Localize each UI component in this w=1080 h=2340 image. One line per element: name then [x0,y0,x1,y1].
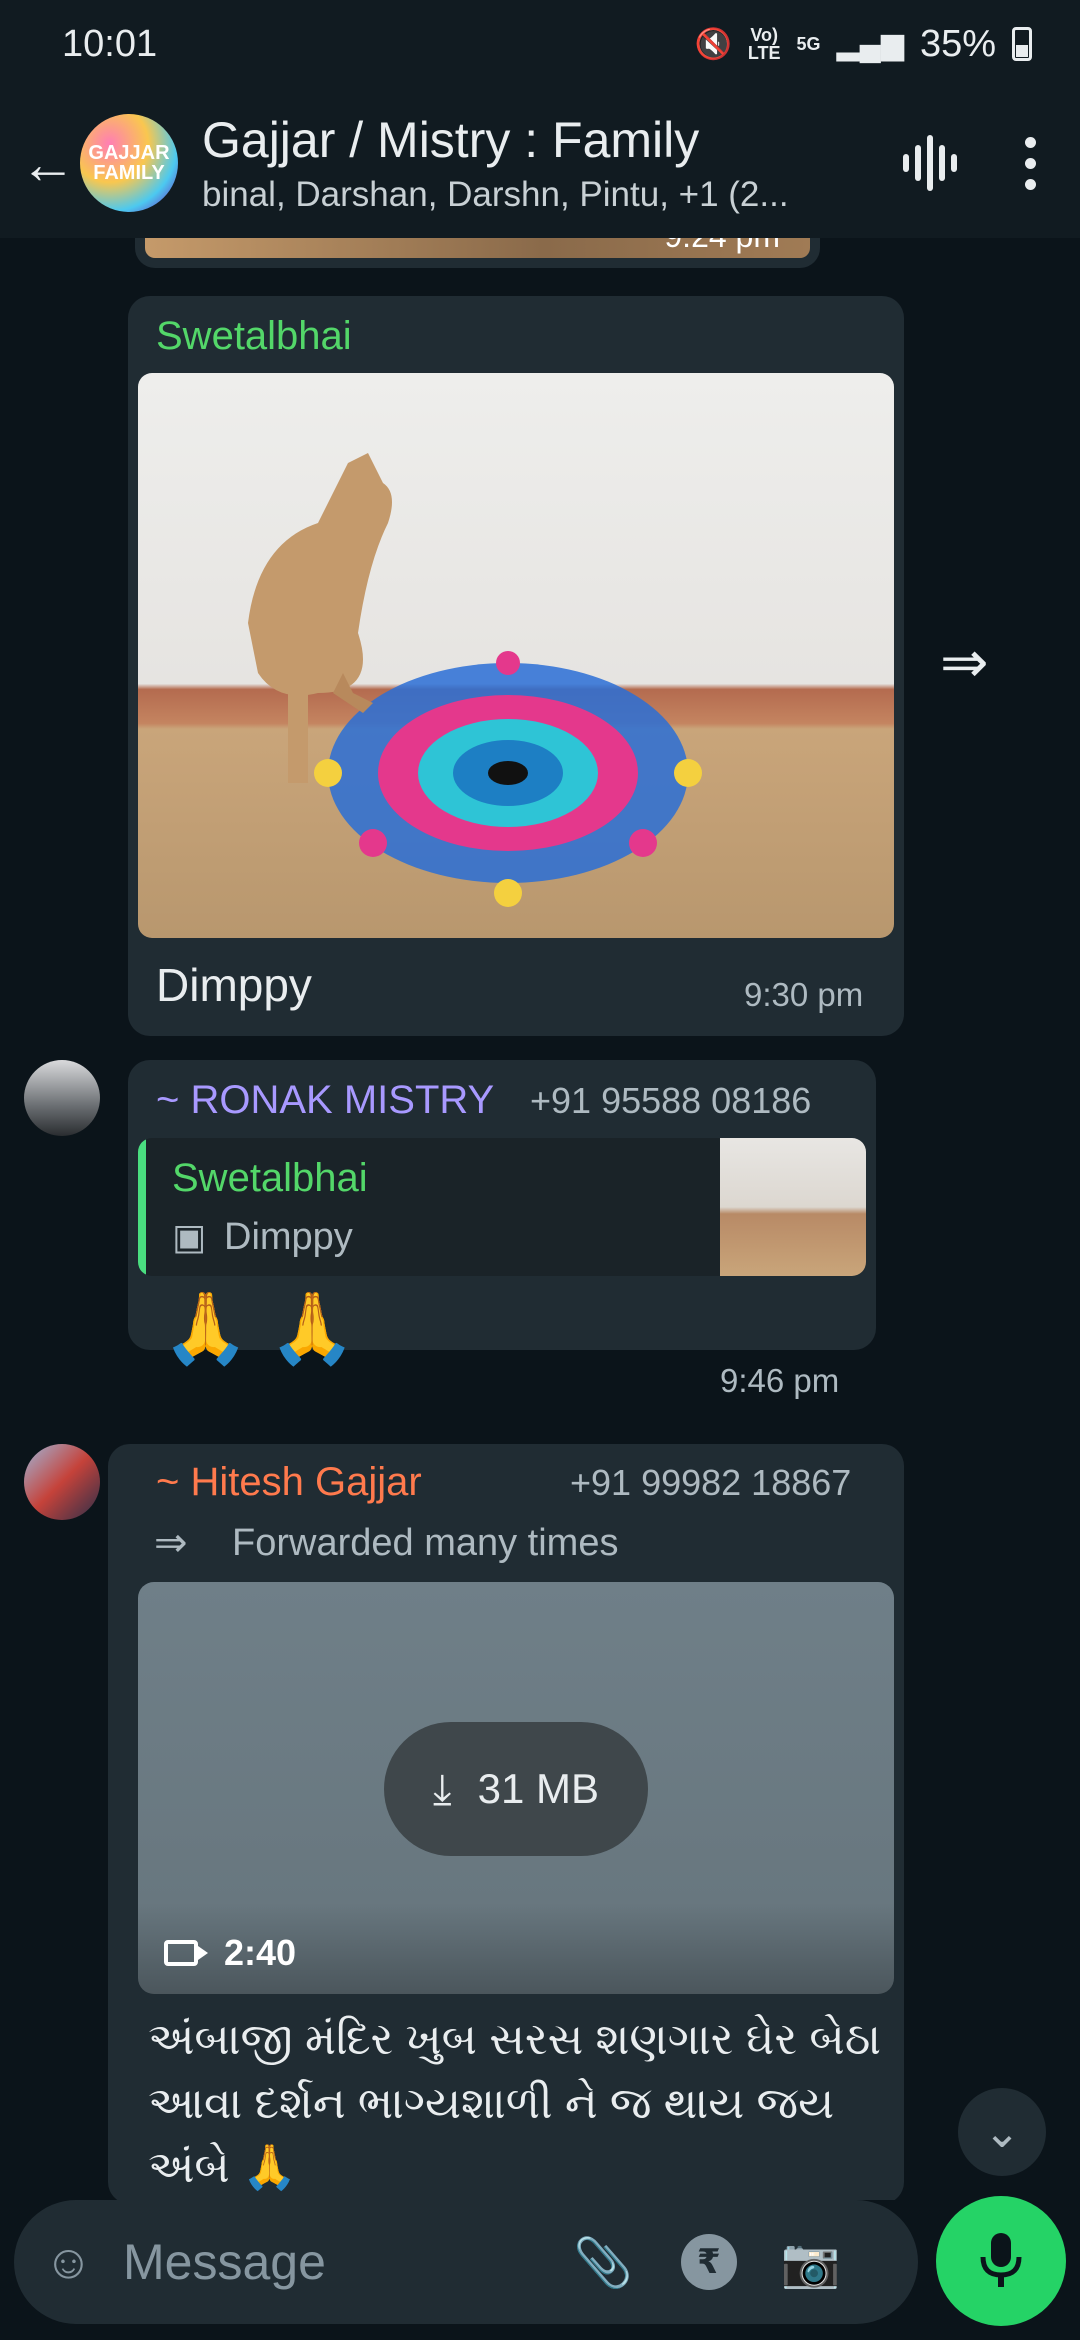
back-arrow-icon[interactable]: ← [0,131,80,196]
quote-accent-bar [138,1138,146,1276]
quoted-message[interactable]: Swetalbhai ▣ Dimppy [138,1138,866,1276]
message-text: 🙏 🙏 [162,1289,356,1367]
mic-icon [980,2233,1022,2287]
message-time: 9:30 pm [744,976,864,1013]
status-bar: 10:01 🔇 Vo) LTE 5G ▂▄▆ 35% [0,0,1080,88]
group-info[interactable]: Gajjar / Mistry : Family binal, Darshan,… [202,111,880,215]
camera-icon[interactable]: 📷 [781,2234,841,2291]
attach-icon[interactable]: 📎 [573,2234,633,2291]
battery-icon [1012,27,1032,61]
previous-image[interactable]: 9:24 pm [135,238,820,268]
group-title: Gajjar / Mistry : Family [202,112,700,168]
fiveg-icon: 5G [796,34,821,54]
forwarded-icon: ⇒ [154,1521,188,1565]
sender-name[interactable]: ~ RONAK MISTRY [156,1078,494,1123]
sender-phone: +91 99982 18867 [570,1462,852,1503]
forward-icon[interactable]: ⇒ [940,628,989,696]
shared-photo[interactable] [138,373,894,938]
chat-area[interactable]: 9:24 pm Swetalbhai Dimppy 9:30 pm ⇒ ~ RO… [0,238,1080,2200]
chat-header: ← GAJJAR FAMILY Gajjar / Mistry : Family… [0,88,1080,238]
battery-percent: 35% [919,22,996,65]
more-options-icon[interactable] [980,136,1080,190]
sender-name[interactable]: ~ Hitesh Gajjar [156,1460,422,1505]
message-composer: ☺ 📎 ₹ 📷 [14,2200,918,2324]
status-time: 10:01 [62,22,158,65]
sender-name[interactable]: Swetalbhai [156,314,352,359]
forwarded-label: Forwarded many times [232,1522,619,1564]
video-size: 31 MB [477,1765,599,1812]
group-members: binal, Darshan, Darshn, Pintu, +1 (2... [202,175,789,214]
mic-button[interactable] [936,2196,1066,2326]
payment-icon[interactable]: ₹ [680,2234,737,2290]
emoji-icon[interactable]: ☺ [44,2235,93,2290]
scroll-to-bottom-icon[interactable]: ⌄ [958,2088,1046,2176]
message-time: 9:46 pm [720,1362,840,1399]
message-time: 9:24 pm [664,238,780,255]
video-message[interactable]: ⤓ 31 MB 2:40 [138,1582,894,1994]
download-button[interactable]: ⤓ 31 MB [384,1722,648,1856]
sender-phone: +91 95588 08186 [530,1080,812,1121]
quote-text: Dimppy [224,1216,353,1258]
avatar[interactable] [24,1060,100,1136]
quote-author: Swetalbhai [172,1156,368,1200]
message-input[interactable] [123,2233,544,2291]
message-caption: Dimppy [156,959,312,1011]
download-icon: ⤓ [433,1764,452,1812]
video-camera-icon [164,1940,208,1966]
group-avatar[interactable]: GAJJAR FAMILY [80,114,178,212]
quote-thumbnail [720,1138,866,1276]
message-text: અંબાજી મંદિર ખુબ સરસ શણગાર ઘેર બેઠા આવા … [148,2015,882,2192]
signal-icon: ▂▄▆ [836,27,904,61]
avatar[interactable] [24,1444,100,1520]
mute-icon: 🔇 [694,27,732,61]
image-icon: ▣ [172,1216,207,1257]
volte-icon: Vo) LTE [747,25,781,63]
video-duration: 2:40 [224,1932,297,1973]
voice-call-icon[interactable] [880,133,980,193]
